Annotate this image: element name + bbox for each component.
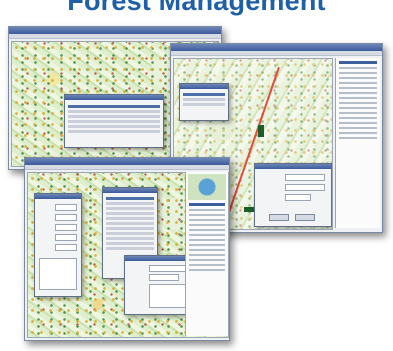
- list-item[interactable]: [183, 98, 225, 101]
- text-field[interactable]: [55, 244, 77, 251]
- layer-item[interactable]: [189, 259, 225, 261]
- legend-item[interactable]: [339, 67, 377, 69]
- stand-attributes-dialog: [34, 193, 82, 297]
- text-field[interactable]: [55, 224, 77, 231]
- layer-item[interactable]: [189, 203, 225, 206]
- list-item[interactable]: [106, 202, 154, 205]
- stand-properties-dialog: [254, 163, 332, 227]
- list-item[interactable]: [106, 222, 154, 225]
- list-item[interactable]: [106, 197, 154, 200]
- layer-item[interactable]: [189, 234, 225, 236]
- legend-item[interactable]: [339, 112, 377, 114]
- notes-area[interactable]: [39, 258, 77, 290]
- text-field[interactable]: [149, 274, 179, 281]
- legend-panel[interactable]: [335, 58, 380, 228]
- layer-list-dialog: [179, 83, 229, 121]
- text-field[interactable]: [55, 204, 77, 211]
- page-title: Forest Management: [67, 0, 326, 16]
- title-bar: [25, 158, 229, 165]
- toolbar: [171, 51, 382, 56]
- dialog-title-bar: [65, 95, 163, 100]
- gis-app-window-front: [24, 157, 230, 341]
- overview-map[interactable]: [188, 174, 226, 200]
- layer-item[interactable]: [189, 219, 225, 221]
- table-row[interactable]: [68, 110, 160, 113]
- cancel-button[interactable]: [295, 214, 315, 221]
- table-header: [68, 105, 160, 108]
- legend-item[interactable]: [339, 127, 377, 129]
- text-field[interactable]: [285, 174, 325, 181]
- legend-item[interactable]: [339, 132, 377, 134]
- list-item[interactable]: [106, 227, 154, 230]
- legend-item[interactable]: [339, 72, 377, 74]
- layer-list[interactable]: [183, 91, 225, 108]
- legend-item[interactable]: [339, 122, 377, 124]
- table-row[interactable]: [68, 120, 160, 123]
- legend-item[interactable]: [339, 87, 377, 89]
- legend-item[interactable]: [339, 137, 377, 139]
- selected-stand: [244, 207, 254, 212]
- layer-item[interactable]: [189, 264, 225, 266]
- list-item[interactable]: [106, 207, 154, 210]
- list-item[interactable]: [183, 103, 225, 106]
- layer-item[interactable]: [189, 229, 225, 231]
- text-field[interactable]: [285, 184, 325, 191]
- layer-item[interactable]: [189, 209, 225, 211]
- layer-item[interactable]: [189, 254, 225, 256]
- title-bar: [9, 27, 221, 34]
- dialog-title-bar: [180, 84, 228, 89]
- legend-item[interactable]: [339, 117, 377, 119]
- legend-item[interactable]: [339, 92, 377, 94]
- species-list[interactable]: [106, 195, 154, 252]
- list-item[interactable]: [183, 93, 225, 96]
- list-item[interactable]: [106, 217, 154, 220]
- layer-item[interactable]: [189, 224, 225, 226]
- layer-item[interactable]: [189, 239, 225, 241]
- table-row[interactable]: [68, 130, 160, 133]
- attribute-query-dialog: [64, 94, 164, 148]
- legend-item[interactable]: [339, 102, 377, 104]
- notes-area[interactable]: [149, 284, 189, 308]
- list-item[interactable]: [106, 237, 154, 240]
- legend-item[interactable]: [339, 61, 377, 64]
- text-field[interactable]: [55, 234, 77, 241]
- layer-item[interactable]: [189, 214, 225, 216]
- text-field[interactable]: [285, 194, 311, 201]
- attribute-table[interactable]: [68, 103, 160, 135]
- legend-item[interactable]: [339, 77, 377, 79]
- table-row[interactable]: [68, 125, 160, 128]
- text-field[interactable]: [55, 214, 77, 221]
- layer-item[interactable]: [189, 249, 225, 251]
- layer-item[interactable]: [189, 269, 225, 271]
- text-field[interactable]: [149, 265, 189, 272]
- layer-item[interactable]: [189, 244, 225, 246]
- selected-stand: [258, 125, 264, 137]
- layer-tree-panel[interactable]: [185, 172, 228, 336]
- dialog-title-bar: [35, 194, 81, 199]
- toolbar: [25, 165, 229, 170]
- legend-item[interactable]: [339, 82, 377, 84]
- ok-button[interactable]: [269, 214, 289, 221]
- table-row[interactable]: [68, 115, 160, 118]
- list-item[interactable]: [106, 212, 154, 215]
- title-bar: [171, 44, 382, 51]
- list-item[interactable]: [106, 232, 154, 235]
- legend-item[interactable]: [339, 107, 377, 109]
- list-item[interactable]: [106, 242, 154, 245]
- dialog-title-bar: [103, 188, 157, 193]
- list-item[interactable]: [106, 247, 154, 250]
- dialog-title-bar: [255, 164, 331, 169]
- toolbar: [9, 34, 221, 39]
- legend-item[interactable]: [339, 97, 377, 99]
